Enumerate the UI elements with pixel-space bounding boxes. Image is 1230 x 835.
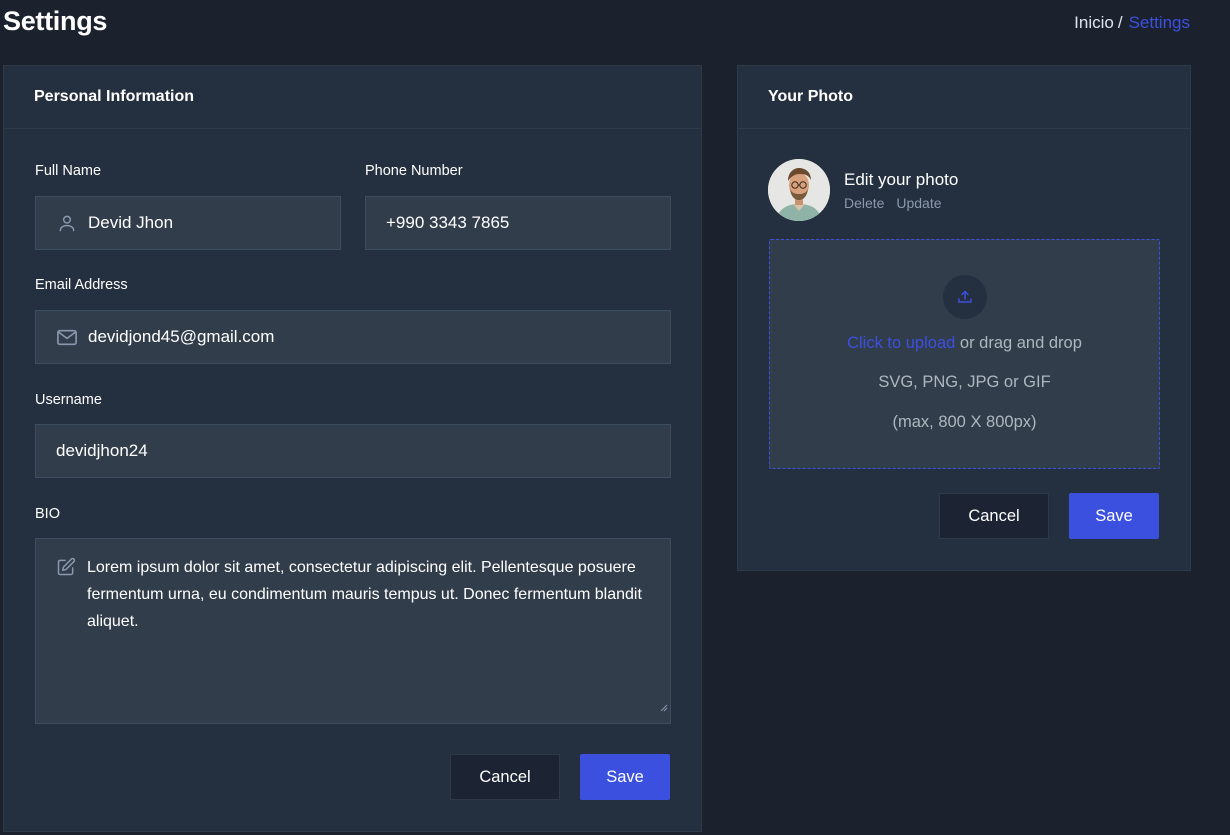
photo-cancel-button[interactable]: Cancel [939,493,1049,539]
upload-icon [943,275,987,319]
phone-number-input[interactable]: +990 3343 7865 [365,196,671,250]
personal-save-button[interactable]: Save [580,754,670,800]
upload-instructions: Click to upload or drag and drop [770,334,1159,353]
email-address-value: devidjond45@gmail.com [88,327,275,346]
full-name-label: Full Name [35,163,102,179]
username-input[interactable]: devidjhon24 [35,424,671,478]
upload-dropzone[interactable]: Click to upload or drag and drop SVG, PN… [769,239,1160,469]
page-header: Settings Inicio / Settings [0,0,1230,48]
user-icon [56,212,78,234]
upload-max-size: (max, 800 X 800px) [892,413,1037,431]
breadcrumb-current: Settings [1128,13,1190,32]
personal-information-card: Personal Information Full Name Devid Jho… [3,65,702,832]
mail-icon [56,326,78,348]
photo-actions: Delete Update [844,195,950,211]
username-value: devidjhon24 [56,441,148,460]
resize-handle-icon[interactable] [660,694,668,721]
edit-icon [56,557,76,586]
breadcrumb: Inicio / Settings [1074,13,1190,33]
personal-cancel-button[interactable]: Cancel [450,754,560,800]
bio-textarea[interactable]: Lorem ipsum dolor sit amet, consectetur … [35,538,671,724]
upload-formats: SVG, PNG, JPG or GIF [878,373,1051,391]
breadcrumb-home-link[interactable]: Inicio [1074,13,1114,32]
bio-label: BIO [35,506,60,522]
email-address-input[interactable]: devidjond45@gmail.com [35,310,671,364]
breadcrumb-separator: / [1117,13,1123,32]
delete-photo-link[interactable]: Delete [844,195,884,211]
phone-number-value: +990 3343 7865 [386,213,510,232]
personal-information-title: Personal Information [4,66,701,129]
drag-and-drop-text: or drag and drop [955,334,1082,352]
edit-your-photo-label: Edit your photo [844,170,959,189]
email-address-label: Email Address [35,277,128,293]
click-to-upload-link[interactable]: Click to upload [847,334,955,352]
your-photo-title: Your Photo [738,66,1190,129]
phone-number-label: Phone Number [365,163,463,179]
update-photo-link[interactable]: Update [896,195,941,211]
your-photo-card: Your Photo Edit your photo Delete Update [737,65,1191,571]
full-name-value: Devid Jhon [88,213,174,232]
photo-save-button[interactable]: Save [1069,493,1159,539]
full-name-input[interactable]: Devid Jhon [35,196,341,250]
page-title: Settings [3,6,108,36]
bio-text: Lorem ipsum dolor sit amet, consectetur … [87,559,642,630]
avatar [768,159,830,221]
username-label: Username [35,392,102,408]
